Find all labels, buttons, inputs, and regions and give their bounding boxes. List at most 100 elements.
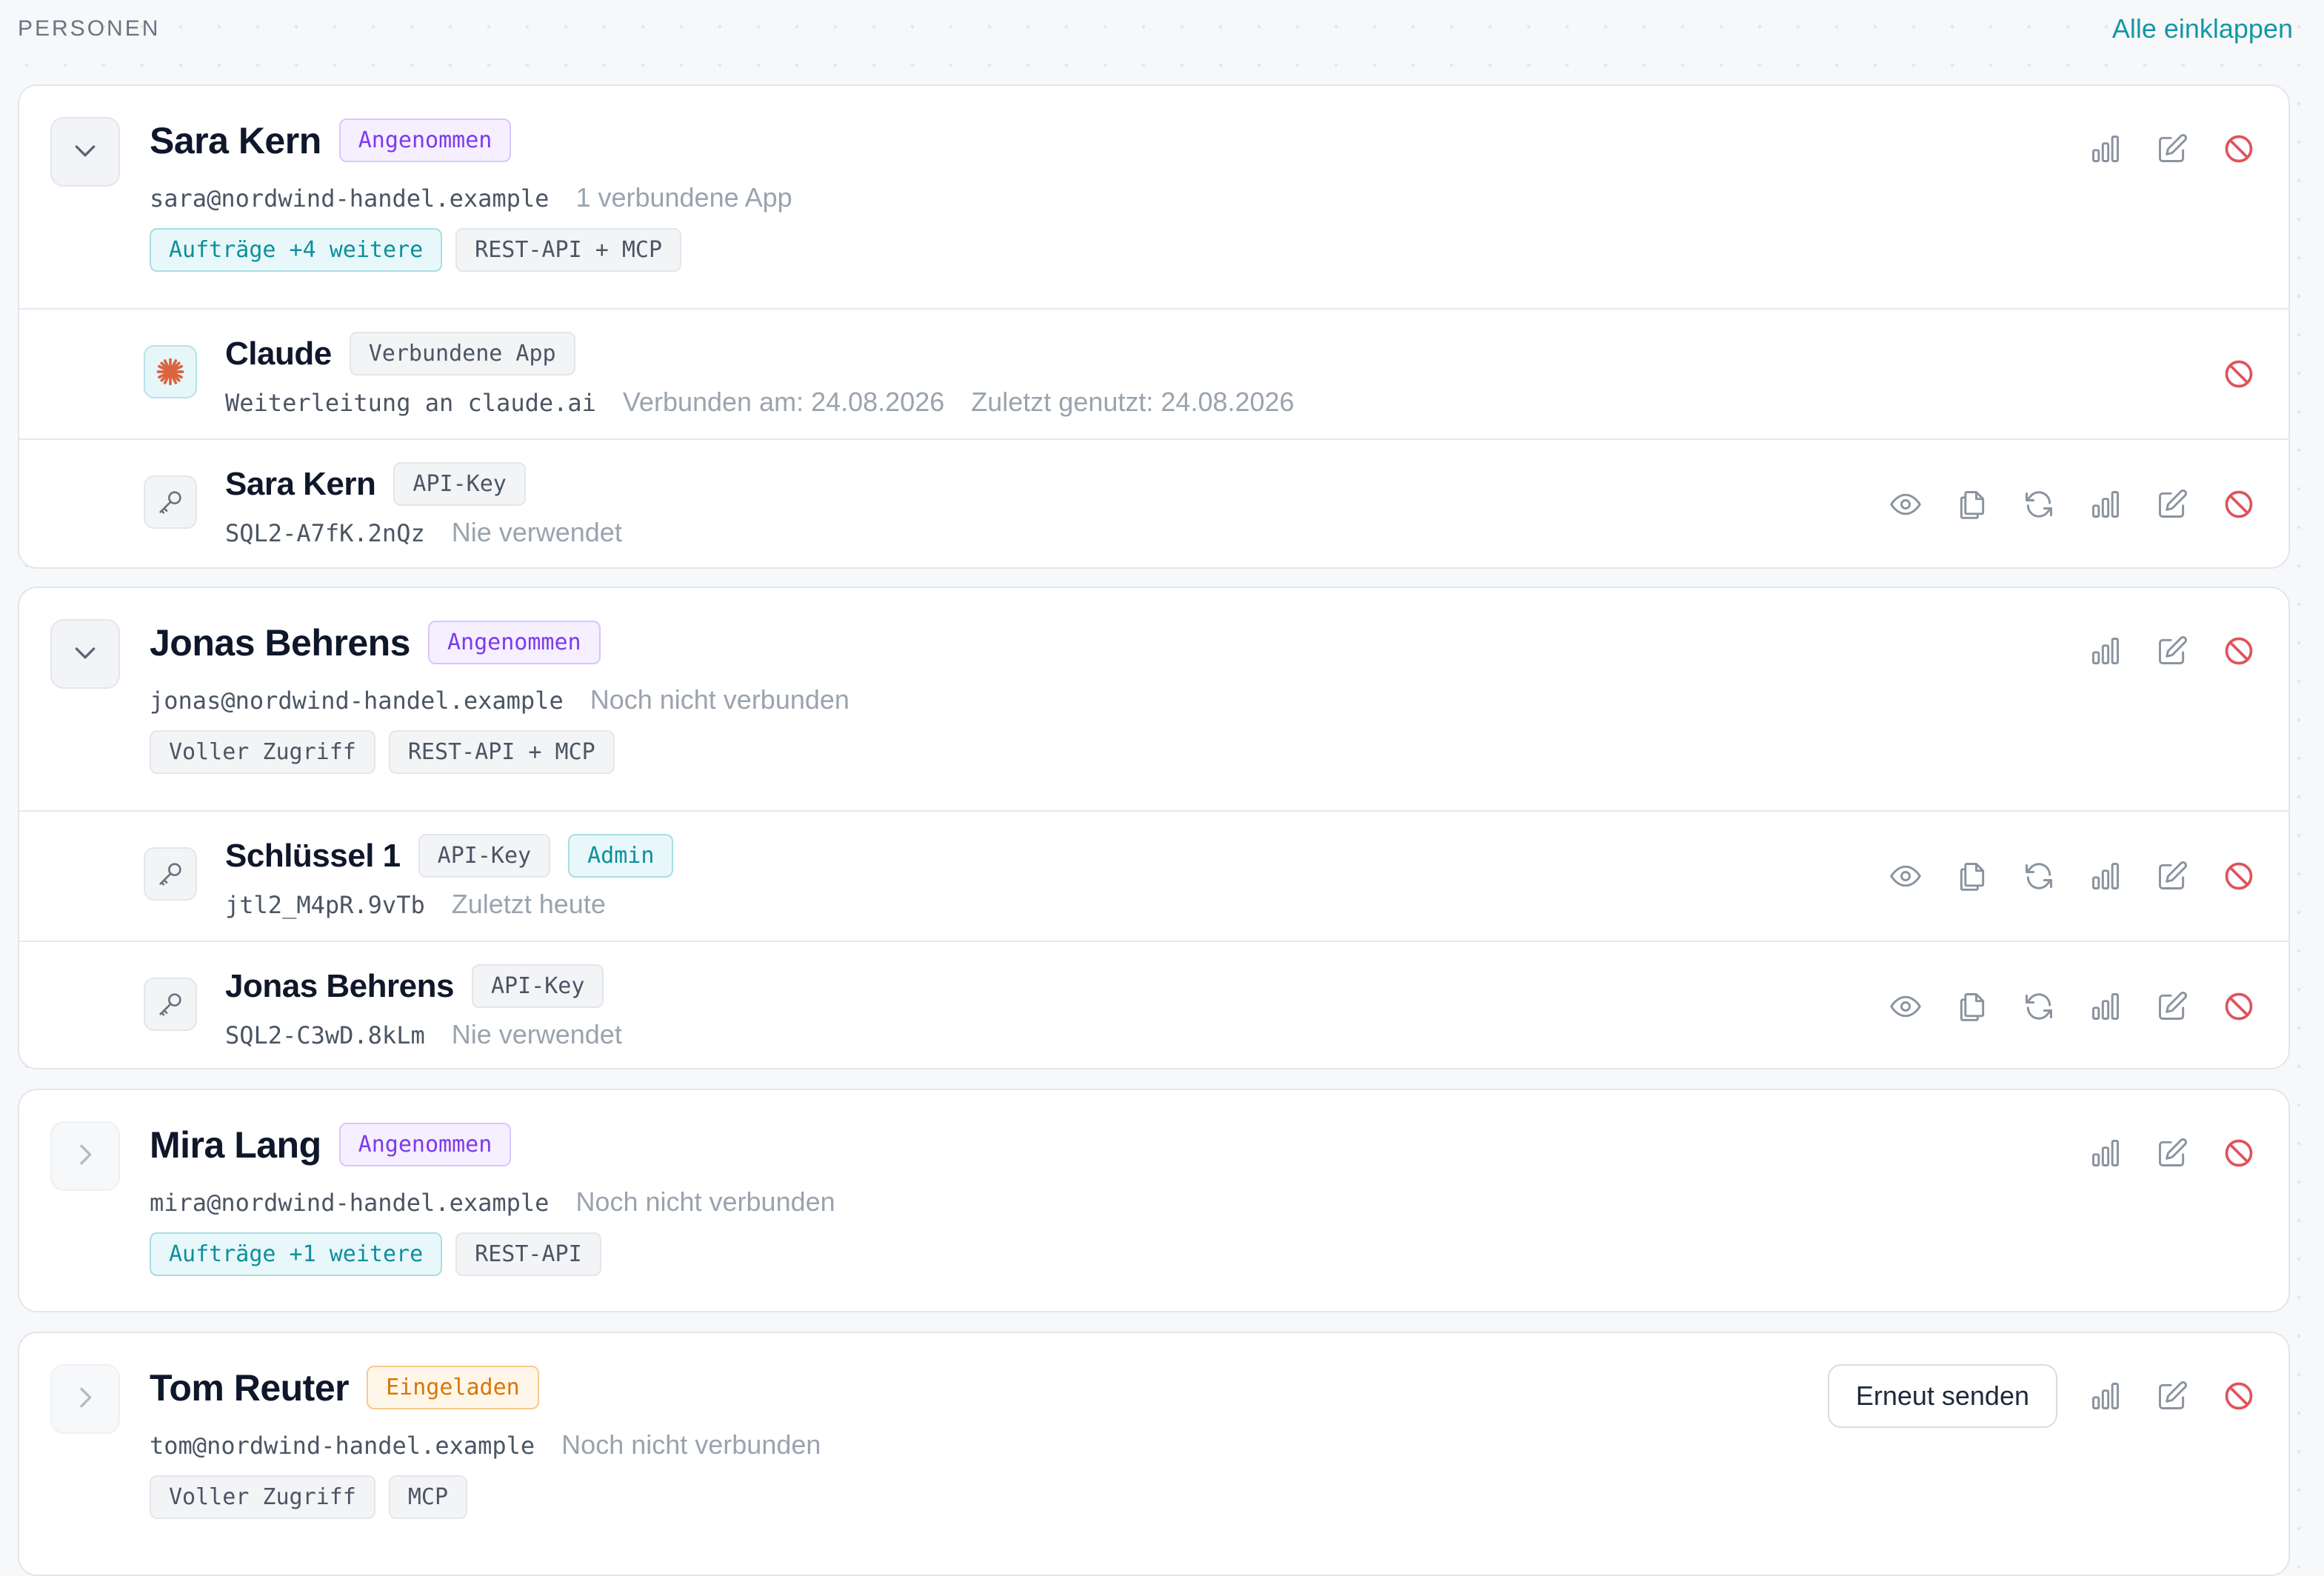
person-header: Jonas Behrens Angenommen jonas@nordwind-…	[19, 588, 2288, 812]
key-icon	[144, 475, 197, 529]
key-type-badge: API-Key	[471, 964, 604, 1008]
key-last-used: Nie verwendet	[451, 1019, 622, 1049]
edit-icon[interactable]	[2154, 858, 2191, 895]
person-header: Sara Kern Angenommen sara@nordwind-hande…	[19, 86, 2288, 310]
api-key-row: Sara Kern API-Key SQL2-A7fK.2nQz Nie ver…	[19, 440, 2288, 567]
key-value: SQL2-A7fK.2nQz	[225, 519, 425, 547]
person-email: tom@nordwind-handel.example	[150, 1432, 535, 1460]
eye-icon[interactable]	[1887, 988, 1924, 1025]
api-access-tag: MCP	[388, 1475, 468, 1519]
edit-icon[interactable]	[2154, 486, 2191, 523]
block-icon[interactable]	[2220, 858, 2257, 895]
person-name: Tom Reuter	[150, 1366, 350, 1409]
app-forwarding: Weiterleitung an claude.ai	[225, 389, 596, 417]
status-badge: Eingeladen	[367, 1366, 539, 1409]
api-access-tag: REST-API	[455, 1232, 601, 1276]
edit-icon[interactable]	[2154, 1135, 2191, 1172]
resend-invite-button[interactable]: Erneut senden	[1827, 1364, 2057, 1428]
copy-icon[interactable]	[1954, 486, 1991, 523]
block-icon[interactable]	[2220, 988, 2257, 1025]
chart-icon[interactable]	[2087, 1135, 2124, 1172]
status-badge: Angenommen	[338, 118, 512, 162]
key-icon	[144, 847, 197, 901]
person-card: Jonas Behrens Angenommen jonas@nordwind-…	[18, 587, 2290, 1069]
api-key-row: Schlüssel 1 API-Key Admin jtl2_M4pR.9vTb…	[19, 812, 2288, 942]
chart-icon[interactable]	[2087, 632, 2124, 670]
block-icon[interactable]	[2220, 1378, 2257, 1415]
collapse-toggle[interactable]	[50, 619, 120, 689]
person-name: Sara Kern	[150, 119, 321, 161]
chevron-right-icon	[70, 1383, 100, 1416]
eye-icon[interactable]	[1887, 486, 1924, 523]
chart-icon[interactable]	[2087, 988, 2124, 1025]
section-title: PERSONEN	[18, 16, 161, 41]
key-name: Jonas Behrens	[225, 967, 454, 1004]
edit-icon[interactable]	[2154, 1378, 2191, 1415]
person-email: mira@nordwind-handel.example	[150, 1189, 550, 1217]
permission-tag: Aufträge +1 weitere	[150, 1232, 443, 1276]
permission-tag: Voller Zugriff	[150, 730, 375, 774]
key-name: Sara Kern	[225, 465, 376, 502]
block-icon[interactable]	[2220, 1135, 2257, 1172]
chart-icon[interactable]	[2087, 858, 2124, 895]
admin-badge: Admin	[568, 834, 674, 878]
key-last-used: Nie verwendet	[451, 517, 622, 547]
connection-status: 1 verbundene App	[575, 182, 792, 213]
chart-icon[interactable]	[2087, 486, 2124, 523]
person-email: sara@nordwind-handel.example	[150, 184, 550, 213]
key-value: SQL2-C3wD.8kLm	[225, 1021, 425, 1049]
key-type-badge: API-Key	[393, 462, 526, 506]
key-value: jtl2_M4pR.9vTb	[225, 891, 425, 919]
person-name: Mira Lang	[150, 1123, 321, 1166]
permission-tag: Aufträge +4 weitere	[150, 228, 443, 272]
refresh-icon[interactable]	[2020, 486, 2057, 523]
copy-icon[interactable]	[1954, 858, 1991, 895]
api-access-tag: REST-API + MCP	[455, 228, 682, 272]
permission-tag: Voller Zugriff	[150, 1475, 375, 1519]
chevron-right-icon	[70, 1140, 100, 1173]
claude-logo-icon	[144, 345, 197, 398]
api-access-tag: REST-API + MCP	[388, 730, 615, 774]
app-type-badge: Verbundene App	[349, 332, 575, 375]
expand-toggle[interactable]	[50, 1364, 120, 1434]
refresh-icon[interactable]	[2020, 858, 2057, 895]
chart-icon[interactable]	[2087, 130, 2124, 167]
block-icon[interactable]	[2220, 355, 2257, 393]
connection-status: Noch nicht verbunden	[575, 1186, 835, 1217]
key-name: Schlüssel 1	[225, 837, 401, 874]
person-card: Sara Kern Angenommen sara@nordwind-hande…	[18, 84, 2290, 569]
block-icon[interactable]	[2220, 632, 2257, 670]
status-badge: Angenommen	[338, 1123, 512, 1166]
chevron-down-icon	[70, 136, 100, 169]
person-name: Jonas Behrens	[150, 621, 410, 664]
person-card: Tom Reuter Eingeladen tom@nordwind-hande…	[18, 1332, 2290, 1576]
key-last-used: Zuletzt heute	[451, 889, 606, 919]
connected-date: Verbunden am: 24.08.2026	[622, 387, 945, 417]
collapse-toggle[interactable]	[50, 117, 120, 187]
person-email: jonas@nordwind-handel.example	[150, 687, 564, 715]
chart-icon[interactable]	[2087, 1378, 2124, 1415]
refresh-icon[interactable]	[2020, 988, 2057, 1025]
copy-icon[interactable]	[1954, 988, 1991, 1025]
api-key-row: Jonas Behrens API-Key SQL2-C3wD.8kLm Nie…	[19, 942, 2288, 1068]
person-header: Tom Reuter Eingeladen tom@nordwind-hande…	[19, 1333, 2288, 1555]
status-badge: Angenommen	[427, 621, 601, 664]
edit-icon[interactable]	[2154, 632, 2191, 670]
block-icon[interactable]	[2220, 486, 2257, 523]
last-used-date: Zuletzt genutzt: 24.08.2026	[971, 387, 1295, 417]
person-card: Mira Lang Angenommen mira@nordwind-hande…	[18, 1089, 2290, 1312]
edit-icon[interactable]	[2154, 130, 2191, 167]
person-header: Mira Lang Angenommen mira@nordwind-hande…	[19, 1090, 2288, 1311]
app-name: Claude	[225, 335, 332, 372]
connection-status: Noch nicht verbunden	[561, 1429, 821, 1460]
eye-icon[interactable]	[1887, 858, 1924, 895]
key-type-badge: API-Key	[418, 834, 551, 878]
expand-toggle[interactable]	[50, 1121, 120, 1191]
chevron-down-icon	[70, 638, 100, 671]
collapse-all-link[interactable]: Alle einklappen	[2112, 13, 2293, 44]
block-icon[interactable]	[2220, 130, 2257, 167]
key-icon	[144, 978, 197, 1031]
connection-status: Noch nicht verbunden	[590, 684, 849, 715]
connected-app-row: Claude Verbundene App Weiterleitung an c…	[19, 310, 2288, 440]
edit-icon[interactable]	[2154, 988, 2191, 1025]
